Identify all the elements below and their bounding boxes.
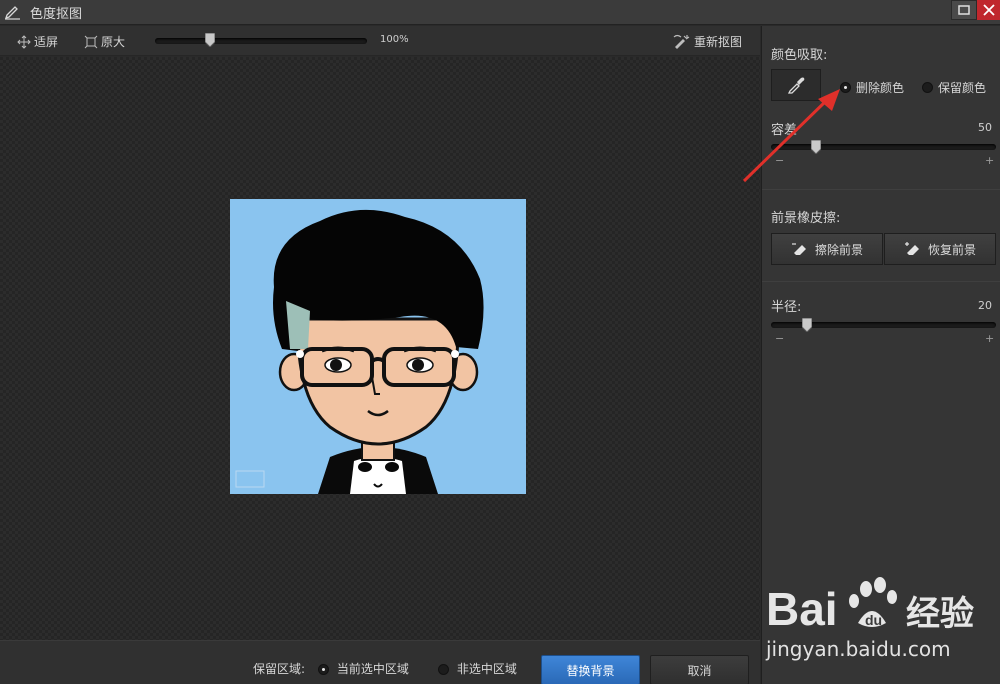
tolerance-slider-thumb-icon[interactable] bbox=[811, 140, 821, 154]
keep-area-label: 保留区域: bbox=[253, 662, 306, 676]
radius-value: 20 bbox=[978, 299, 992, 312]
original-size-icon bbox=[84, 35, 98, 48]
original-size-label: 原大 bbox=[101, 35, 126, 49]
redo-cutout-icon bbox=[673, 34, 690, 49]
editing-canvas[interactable] bbox=[0, 57, 760, 640]
zoom-value: 100% bbox=[380, 34, 409, 45]
keep-unselected-label: 非选中区域 bbox=[456, 662, 517, 676]
keep-color-label: 保留颜色 bbox=[938, 81, 987, 95]
erase-foreground-button[interactable]: 擦除前景 bbox=[771, 233, 883, 265]
close-icon bbox=[982, 4, 995, 16]
eraser-icon bbox=[791, 243, 806, 255]
svg-text:经验: 经验 bbox=[906, 594, 974, 633]
radius-label: 半径: bbox=[771, 300, 802, 315]
panel-divider bbox=[762, 281, 1000, 282]
original-size-button[interactable]: 原大 bbox=[84, 33, 125, 50]
tolerance-label: 容差 bbox=[771, 123, 798, 138]
eyedropper-button[interactable] bbox=[771, 69, 821, 101]
radio-selected-icon[interactable] bbox=[318, 664, 329, 675]
eyedropper-icon bbox=[787, 77, 805, 94]
toolbar: 适屏 原大 100% 重新抠图 bbox=[0, 26, 760, 56]
foreground-eraser-label: 前景橡皮擦: bbox=[771, 211, 841, 226]
delete-color-option[interactable]: 删除颜色 bbox=[840, 79, 904, 96]
radius-decrease-button[interactable]: − bbox=[775, 332, 784, 345]
watermark-url: jingyan.baidu.com bbox=[766, 637, 951, 661]
baidu-jingyan-logo: Bai du 经验 bbox=[766, 577, 974, 633]
panel-divider bbox=[762, 189, 1000, 190]
keep-current-selection-option[interactable]: 当前选中区域 bbox=[318, 660, 409, 677]
zoom-slider-thumb-icon[interactable] bbox=[205, 33, 216, 47]
radio-selected-icon[interactable] bbox=[840, 82, 851, 93]
radius-increase-button[interactable]: + bbox=[985, 332, 994, 345]
radius-slider-thumb-icon[interactable] bbox=[802, 318, 812, 332]
cartoon-portrait-image bbox=[230, 199, 526, 494]
delete-color-label: 删除颜色 bbox=[856, 81, 905, 95]
svg-text:du: du bbox=[865, 612, 882, 628]
fit-screen-icon bbox=[17, 34, 31, 49]
restore-icon bbox=[958, 5, 970, 15]
fit-screen-label: 适屏 bbox=[34, 35, 59, 49]
cancel-button[interactable]: 取消 bbox=[650, 655, 749, 684]
radio-unselected-icon[interactable] bbox=[438, 664, 449, 675]
svg-text:Bai: Bai bbox=[766, 583, 838, 633]
restore-foreground-button[interactable]: 恢复前景 bbox=[884, 233, 996, 265]
tolerance-increase-button[interactable]: + bbox=[985, 154, 994, 167]
keep-unselected-option[interactable]: 非选中区域 bbox=[438, 660, 517, 677]
window-title: 色度抠图 bbox=[30, 7, 83, 22]
radio-unselected-icon[interactable] bbox=[922, 82, 933, 93]
replace-background-label: 替换背景 bbox=[566, 663, 615, 678]
cartoon-boy-illustration bbox=[230, 199, 526, 494]
redo-cutout-button[interactable]: 重新抠图 bbox=[673, 33, 742, 50]
keep-color-option[interactable]: 保留颜色 bbox=[922, 79, 986, 96]
replace-background-button[interactable]: 替换背景 bbox=[541, 655, 640, 684]
restore-foreground-label: 恢复前景 bbox=[927, 242, 976, 257]
zoom-slider[interactable] bbox=[155, 38, 367, 44]
restore-eraser-icon bbox=[904, 242, 919, 255]
pen-icon bbox=[4, 6, 20, 20]
tolerance-decrease-button[interactable]: − bbox=[775, 154, 784, 167]
cancel-label: 取消 bbox=[687, 663, 712, 678]
title-bar: 色度抠图 bbox=[0, 0, 1000, 25]
keep-current-selection-label: 当前选中区域 bbox=[336, 662, 409, 676]
restore-button[interactable] bbox=[951, 0, 977, 20]
fit-screen-button[interactable]: 适屏 bbox=[17, 33, 58, 50]
baidu-watermark: Bai du 经验 jingyan.baidu.com bbox=[766, 575, 996, 675]
color-pick-label: 颜色吸取: bbox=[771, 48, 828, 63]
erase-foreground-label: 擦除前景 bbox=[814, 242, 863, 257]
tolerance-slider[interactable] bbox=[771, 144, 996, 150]
tolerance-value: 50 bbox=[978, 121, 992, 134]
redo-cutout-label: 重新抠图 bbox=[694, 35, 743, 49]
bottom-bar: 保留区域: 当前选中区域 非选中区域 替换背景 取消 bbox=[0, 640, 760, 684]
close-button[interactable] bbox=[977, 0, 1000, 20]
